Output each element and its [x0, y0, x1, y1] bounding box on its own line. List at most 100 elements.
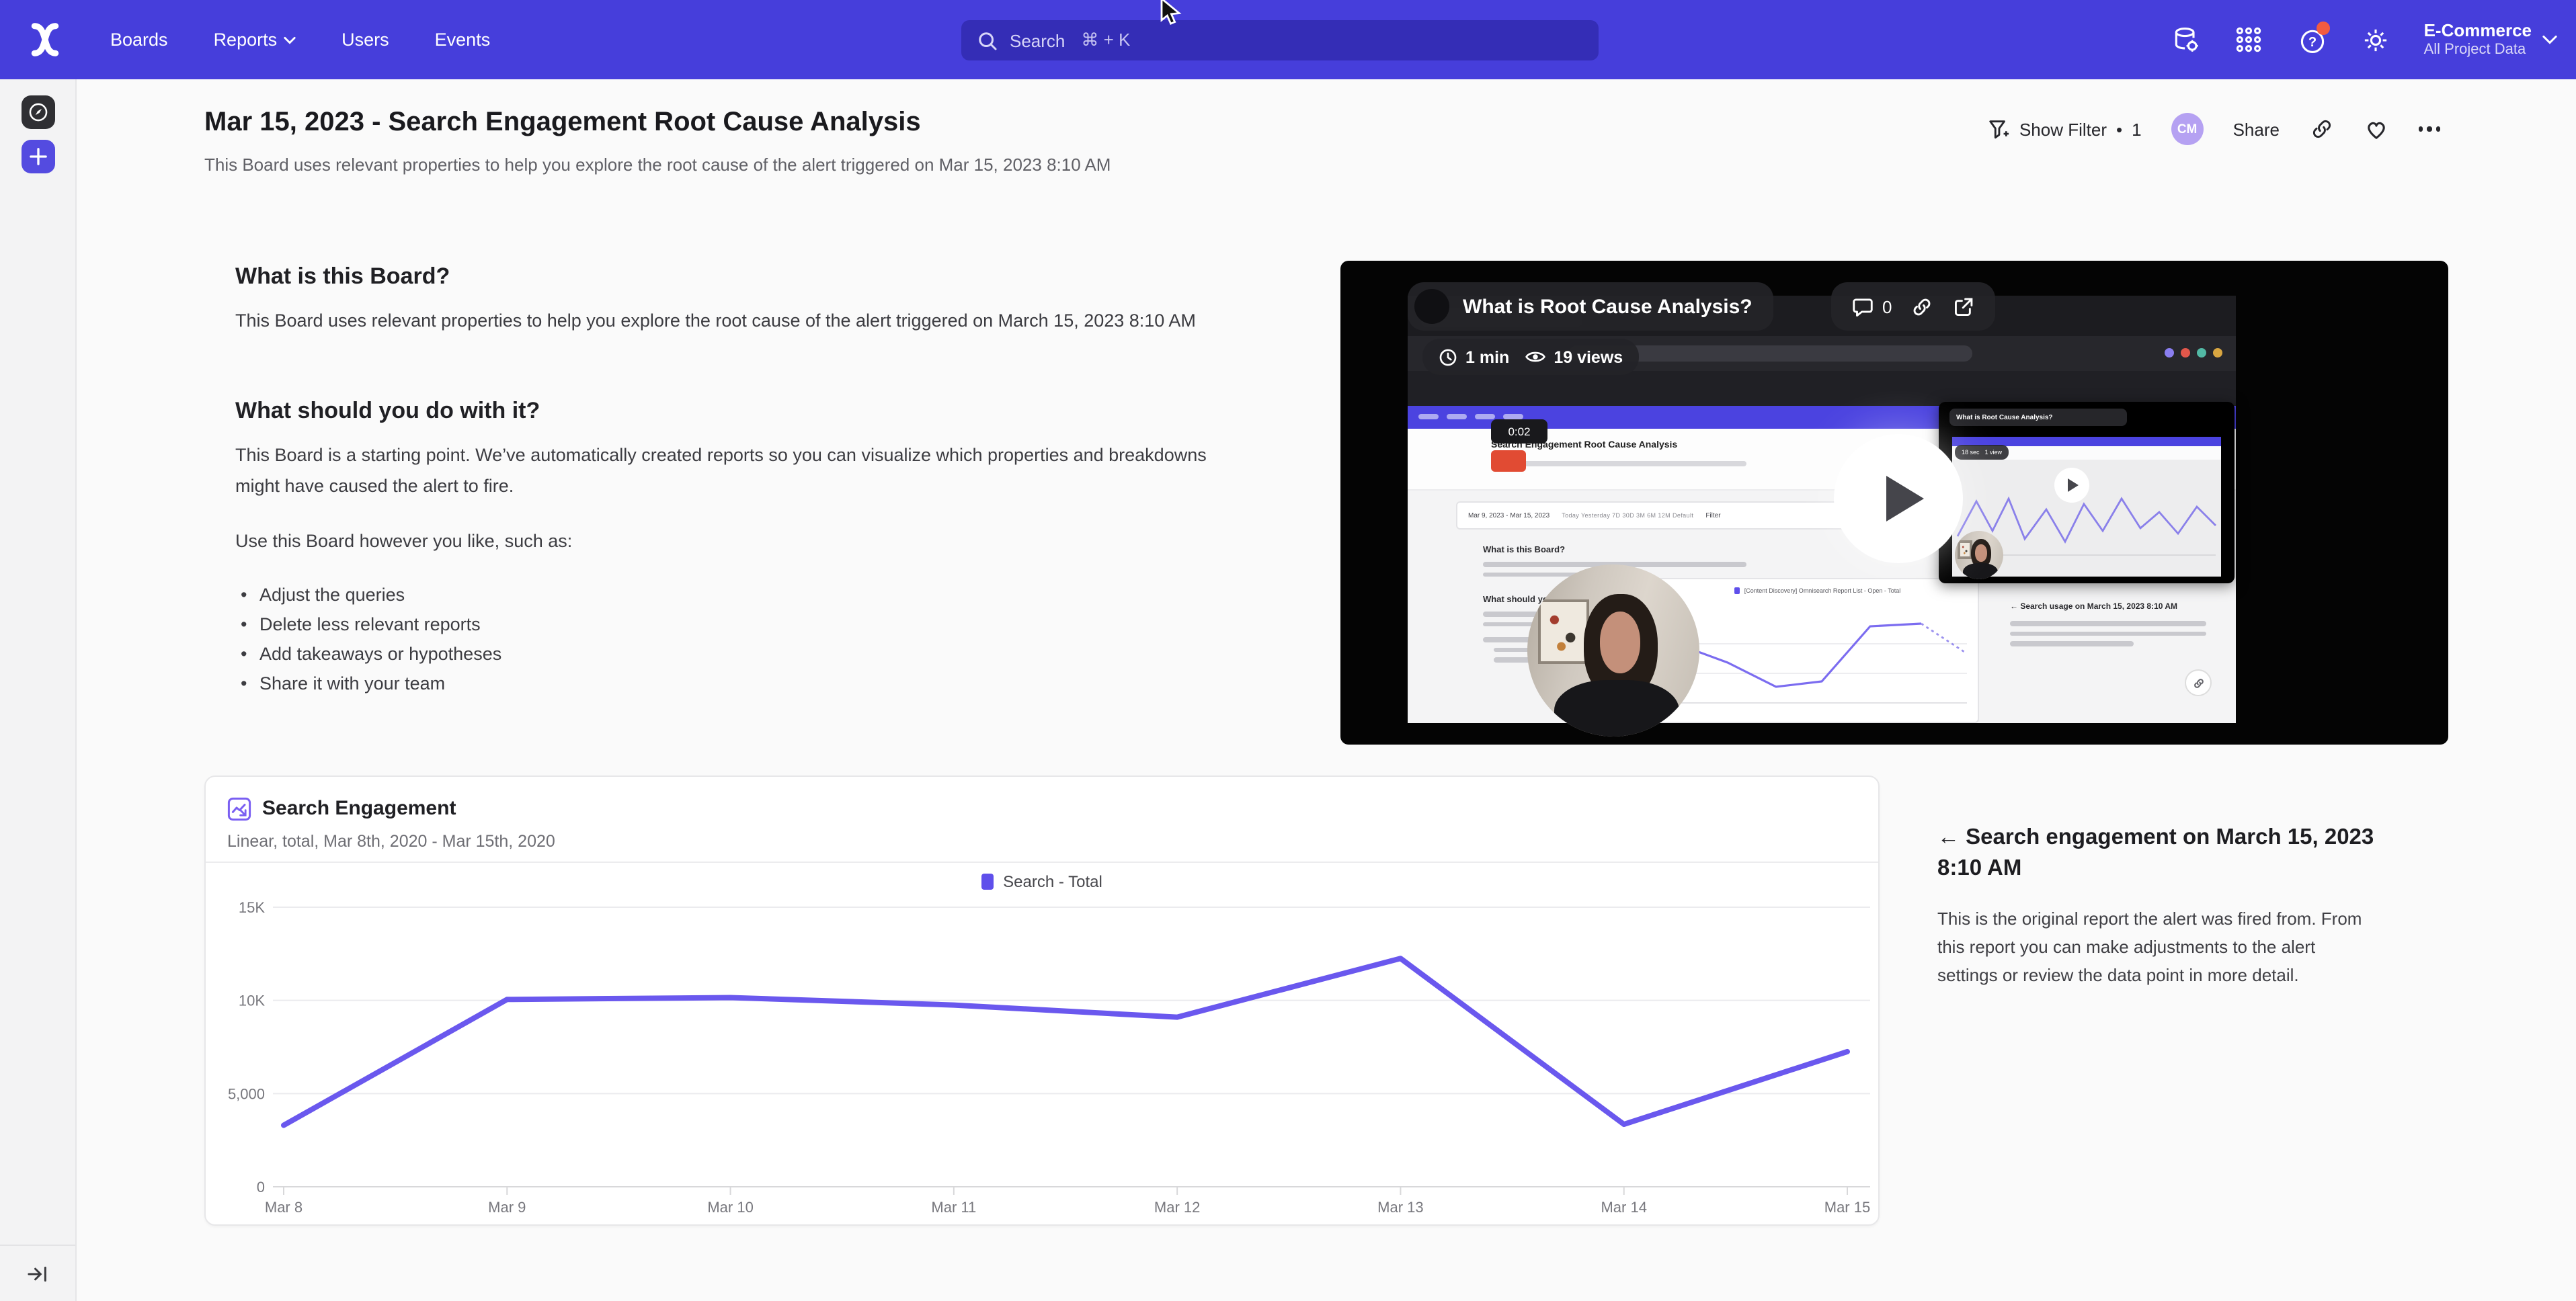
- project-name: E-Commerce: [2424, 19, 2532, 42]
- mixpanel-board-page: Boards Reports Users Events Search ⌘ + K: [0, 0, 2576, 1301]
- mixpanel-logo-icon[interactable]: [24, 19, 65, 60]
- suggestions-list: Adjust the queries Delete less relevant …: [235, 581, 1230, 698]
- nav-item-events[interactable]: Events: [435, 30, 491, 50]
- share-label: Share: [2233, 119, 2280, 139]
- video-stats-pill: 1 min 19 views: [1422, 339, 1639, 375]
- settings-gear-icon[interactable]: [2361, 25, 2390, 54]
- project-scope: All Project Data: [2424, 42, 2532, 60]
- nav-item-reports[interactable]: Reports: [214, 30, 296, 50]
- report-card-search-engagement[interactable]: Search Engagement Linear, total, Mar 8th…: [204, 775, 1880, 1226]
- svg-text:Mar 9: Mar 9: [488, 1199, 526, 1216]
- svg-text:5,000: 5,000: [228, 1085, 265, 1102]
- favorite-button[interactable]: [2363, 117, 2388, 141]
- recorder-stop-button: [1491, 450, 1526, 472]
- svg-text:Mar 11: Mar 11: [931, 1199, 976, 1216]
- data-management-icon[interactable]: [2171, 25, 2201, 54]
- webcam-circle: [1527, 564, 1699, 737]
- mini-floating-link-button: [2185, 669, 2212, 696]
- list-item: Adjust the queries: [259, 581, 1230, 610]
- nested-title-pill: What is Root Cause Analysis?: [1949, 409, 2127, 426]
- mini-date-range: Mar 9, 2023 - Mar 15, 2023: [1468, 511, 1549, 519]
- board-title: Mar 15, 2023 - Search Engagement Root Ca…: [204, 108, 921, 138]
- mini-note-text: ← Search usage on March 15, 2023 8:10 AM: [2010, 602, 2214, 651]
- expand-sidebar-icon: [27, 1264, 48, 1283]
- link-icon[interactable]: [1910, 295, 1933, 318]
- section-heading: What is this Board?: [235, 263, 1230, 290]
- copy-link-button[interactable]: [2309, 117, 2333, 141]
- alert-note: ← Search engagement on March 15, 2023 8:…: [1937, 823, 2376, 991]
- mini-note-heading: ← Search usage on March 15, 2023 8:10 AM: [2010, 602, 2214, 614]
- nav-item-label: Users: [341, 30, 389, 50]
- divider: [206, 862, 1878, 863]
- list-item: Share it with your team: [259, 669, 1230, 698]
- report-title[interactable]: Search Engagement: [262, 797, 456, 820]
- expand-sidebar-button[interactable]: [0, 1245, 75, 1301]
- section-paragraph: This Board uses relevant properties to h…: [235, 306, 1230, 337]
- svg-text:Mar 10: Mar 10: [707, 1199, 753, 1216]
- legend-swatch: [981, 874, 994, 890]
- play-button[interactable]: [1834, 434, 1963, 563]
- svg-text:Mar 8: Mar 8: [265, 1199, 303, 1216]
- svg-text:Mar 13: Mar 13: [1377, 1199, 1423, 1216]
- svg-text:?: ?: [2308, 34, 2316, 49]
- mini-filter: Filter: [1705, 511, 1720, 519]
- heart-icon: [2363, 117, 2388, 141]
- nav-item-users[interactable]: Users: [341, 30, 389, 50]
- legend-label: Search - Total: [1003, 872, 1102, 891]
- video-title: What is Root Cause Analysis?: [1463, 295, 1753, 318]
- svg-text:0: 0: [257, 1179, 265, 1195]
- video-views: 19 views: [1554, 347, 1623, 366]
- avatar-initials: CM: [2177, 122, 2198, 136]
- report-subtitle: Linear, total, Mar 8th, 2020 - Mar 15th,…: [227, 832, 555, 851]
- nested-video-thumbnail: What is Root Cause Analysis? 18 sec 1 vi…: [1939, 402, 2235, 583]
- filter-count: 1: [2132, 119, 2141, 139]
- chevron-down-icon: [284, 36, 296, 44]
- video-player[interactable]: Mixpanel (project 3) All Project Data Se…: [1340, 261, 2448, 745]
- show-filter-button[interactable]: Show Filter • 1: [1987, 118, 2142, 140]
- mini-quick-ranges: Today Yesterday 7D 30D 3M 6M 12M Default: [1562, 512, 1693, 519]
- discover-boards-button[interactable]: [22, 95, 55, 129]
- search-shortcut: ⌘ + K: [1081, 30, 1130, 51]
- eye-icon: [1524, 348, 1545, 366]
- search-icon: [977, 30, 998, 50]
- chevron-down-icon: [2542, 35, 2557, 44]
- browser-bookmarks-bar: [1408, 371, 2236, 406]
- svg-text:15K: 15K: [239, 899, 265, 916]
- nested-stats-pill: 18 sec 1 view: [1955, 445, 2009, 460]
- filter-icon: [1987, 118, 2010, 140]
- comment-icon[interactable]: [1851, 295, 1874, 318]
- board-header-actions: Show Filter • 1 CM Share: [1987, 113, 2440, 145]
- video-actions-pill: 0: [1831, 282, 1995, 331]
- list-item: Add takeaways or hypotheses: [259, 640, 1230, 669]
- play-icon: [1886, 476, 1923, 521]
- separator-dot: •: [2116, 119, 2122, 139]
- line-chart[interactable]: 0 5,000 10K 15K Mar 8 Mar 9 Mar 10 Mar 11 Mar 12…: [206, 895, 1881, 1227]
- avatar[interactable]: CM: [2171, 113, 2204, 145]
- create-board-button[interactable]: [22, 140, 55, 173]
- svg-text:Mar 14: Mar 14: [1601, 1199, 1646, 1216]
- search-input[interactable]: Search ⌘ + K: [961, 20, 1599, 60]
- nested-duration: 18 sec: [1962, 449, 1980, 456]
- svg-text:Mar 12: Mar 12: [1154, 1199, 1200, 1216]
- share-button[interactable]: Share: [2233, 119, 2280, 139]
- video-duration: 1 min: [1465, 347, 1509, 366]
- apps-grid-icon[interactable]: [2235, 25, 2264, 54]
- project-switcher[interactable]: E-Commerce All Project Data: [2424, 19, 2557, 60]
- mouse-cursor: [1159, 0, 1182, 30]
- more-options-button[interactable]: [2418, 127, 2440, 132]
- chart-legend: Search - Total: [206, 872, 1878, 891]
- top-nav: Boards Reports Users Events Search ⌘ + K: [0, 0, 2576, 79]
- notification-badge: [2317, 21, 2330, 34]
- nested-play-button: [2054, 468, 2089, 503]
- insights-report-icon: [227, 797, 251, 821]
- video-title-pill: What is Root Cause Analysis?: [1408, 282, 1774, 331]
- video-avatar: [1414, 289, 1449, 324]
- help-icon[interactable]: ?: [2298, 25, 2327, 54]
- open-external-icon[interactable]: [1952, 295, 1975, 318]
- nav-item-label: Reports: [214, 30, 278, 50]
- svg-text:10K: 10K: [239, 993, 265, 1009]
- svg-text:Mar 15: Mar 15: [1824, 1199, 1870, 1216]
- compass-icon: [27, 101, 50, 124]
- nav-item-boards[interactable]: Boards: [110, 30, 168, 50]
- alert-note-body: This is the original report the alert wa…: [1937, 904, 2376, 991]
